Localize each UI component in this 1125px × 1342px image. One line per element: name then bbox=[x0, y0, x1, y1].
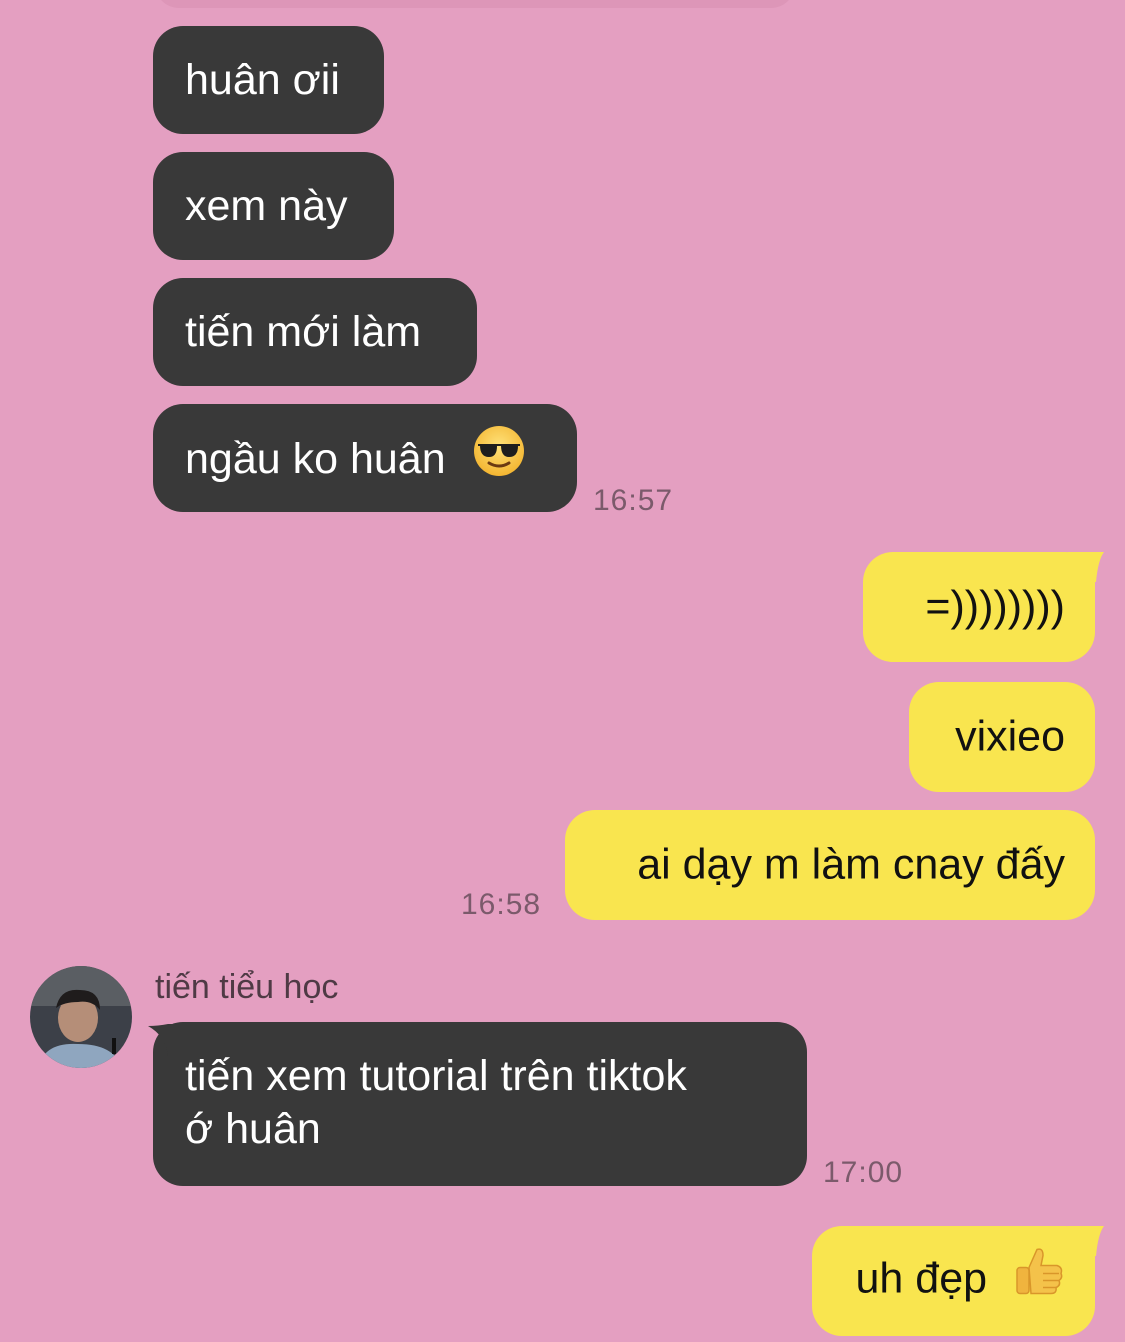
message-text: =)))))))) bbox=[925, 582, 1065, 631]
bubble-tail bbox=[1068, 552, 1104, 582]
thumbs-up-emoji bbox=[1009, 1244, 1065, 1313]
message-timestamp: 16:58 bbox=[461, 888, 542, 921]
outgoing-message-bubble[interactable]: ai dạy m làm cnay đấy bbox=[565, 810, 1095, 920]
outgoing-message-bubble[interactable]: =)))))))) bbox=[863, 552, 1095, 662]
partial-message-bubble[interactable] bbox=[155, 0, 795, 8]
message-text: huân ơii bbox=[185, 56, 340, 104]
incoming-message-bubble[interactable]: tiến mới làm bbox=[153, 278, 477, 386]
incoming-message-bubble[interactable]: tiến xem tutorial trên tiktok ớ huân bbox=[153, 1022, 807, 1186]
incoming-message-bubble[interactable]: xem này bbox=[153, 152, 394, 260]
outgoing-message-bubble[interactable]: vixieo bbox=[909, 682, 1095, 792]
message-timestamp: 17:00 bbox=[823, 1156, 904, 1189]
contact-avatar[interactable] bbox=[30, 966, 132, 1068]
message-content: uh đẹp bbox=[855, 1248, 1065, 1313]
bubble-tail bbox=[148, 1024, 184, 1056]
incoming-message-bubble[interactable]: ngầu ko huân bbox=[153, 404, 577, 512]
message-text: uh đẹp bbox=[855, 1254, 988, 1303]
bubble-tail bbox=[1068, 1226, 1104, 1256]
message-text: vixieo bbox=[955, 712, 1065, 761]
sender-name: tiến tiểu học bbox=[155, 968, 339, 1006]
sunglasses-face-emoji bbox=[472, 424, 526, 491]
outgoing-message-bubble[interactable]: uh đẹp bbox=[812, 1226, 1095, 1336]
message-text: xem này bbox=[185, 182, 348, 230]
message-text: ai dạy m làm cnay đấy bbox=[637, 840, 1065, 889]
message-timestamp: 16:57 bbox=[593, 484, 674, 517]
incoming-message-bubble[interactable]: huân ơii bbox=[153, 26, 384, 134]
message-text-line: tiến xem tutorial trên tiktok bbox=[185, 1052, 687, 1100]
message-text: tiến mới làm bbox=[185, 308, 422, 356]
message-text-line: ớ huân bbox=[185, 1105, 321, 1153]
message-text: ngầu ko huân bbox=[185, 434, 446, 483]
